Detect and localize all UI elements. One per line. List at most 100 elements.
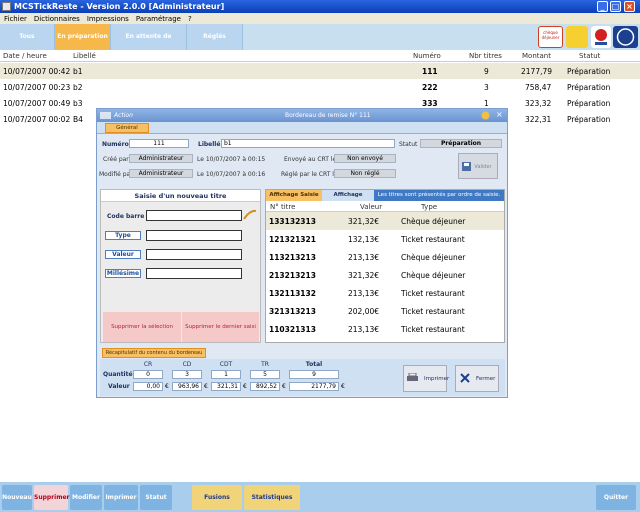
statut-button[interactable]: Statut	[140, 485, 172, 510]
recap-panel: CR CD CDT TR Total Quantité 0 3 1 5 9 Va…	[100, 359, 505, 396]
maximize-button[interactable]: □	[610, 1, 621, 12]
menu-impressions[interactable]: Impressions	[83, 15, 132, 23]
menu-help[interactable]: ?	[184, 15, 195, 23]
menu-parametrage[interactable]: Paramétrage	[132, 15, 184, 23]
titre-row[interactable]: 110321313 213,13€ Ticket restaurant	[266, 320, 504, 338]
filter-bar: Tous En préparation En attente de règlem…	[0, 24, 640, 66]
col-libelle[interactable]: Libellé	[73, 52, 96, 60]
close-window-button[interactable]: ×	[624, 1, 635, 12]
menu-fichier[interactable]: Fichier	[0, 15, 30, 23]
menu-dictionnaires[interactable]: Dictionnaires	[30, 15, 83, 23]
imprimer-main-button[interactable]: Imprimer	[104, 485, 138, 510]
millesime-button[interactable]: Millésime	[105, 269, 141, 278]
fusions-button[interactable]: Fusions	[192, 485, 242, 510]
row-libelle: b1	[73, 67, 83, 76]
supprimer-selection-button[interactable]: Supprimer la sélection	[103, 312, 181, 342]
titre-type: Ticket restaurant	[401, 289, 465, 298]
statistiques-button[interactable]: Statistiques	[244, 485, 300, 510]
supprimer-dernier-button[interactable]: Supprimer le dernier saisi	[182, 312, 259, 342]
minimize-button[interactable]: _	[597, 1, 608, 12]
cheque-dejeuner-logo: chèque déjeuner	[538, 26, 563, 48]
col-statut[interactable]: Statut	[579, 52, 600, 60]
valeur-cr: 0,00	[133, 382, 163, 391]
recap-tab[interactable]: Récapitulatif du contenu du bordereau	[102, 348, 206, 358]
valeur-total: 2177,79	[289, 382, 339, 391]
row-date: 10/07/2007 00:49	[3, 99, 71, 108]
filter-en-preparation[interactable]: En préparation	[55, 24, 111, 50]
filter-tous[interactable]: Tous	[0, 24, 55, 50]
numero-field[interactable]: 111	[129, 139, 189, 148]
titre-valeur: 213,13€	[348, 289, 380, 298]
row-statut: Préparation	[567, 83, 611, 92]
titre-type: Ticket restaurant	[401, 307, 465, 316]
row-statut: Préparation	[567, 115, 611, 124]
col-nbr-titres[interactable]: Nbr titres	[469, 52, 502, 60]
type-input[interactable]	[146, 230, 242, 241]
type-button[interactable]: Type	[105, 231, 141, 240]
dialog-titlebar[interactable]: Action Bordereau de remise N° 111 ×	[97, 109, 507, 122]
list-row[interactable]: 10/07/2007 00:23 b2 222 3 758,47 Prépara…	[0, 79, 640, 95]
libelle-field[interactable]: b1	[221, 139, 395, 148]
titre-row[interactable]: 123131321	[266, 338, 504, 342]
titre-row[interactable]: 121321321 132,13€ Ticket restaurant	[266, 230, 504, 248]
bottom-toolbar: Nouveau Supprimer Modifier Imprimer Stat…	[0, 482, 640, 512]
euro-sign: €	[165, 383, 169, 390]
col-type[interactable]: Type	[421, 203, 437, 211]
titre-numero: 132113132	[269, 289, 316, 298]
blue-shield-logo	[613, 26, 638, 48]
tab-general[interactable]: Général	[105, 123, 149, 133]
row-date: 10/07/2007 00:02	[3, 115, 71, 124]
col-date[interactable]: Date / heure	[3, 52, 47, 60]
recap-col-total: Total	[305, 361, 323, 368]
titre-row[interactable]: 321313213 202,00€ Ticket restaurant	[266, 302, 504, 320]
list-row[interactable]: 10/07/2007 00:42 b1 111 9 2177,79 Prépar…	[0, 63, 640, 79]
row-date: 10/07/2007 00:42	[3, 67, 71, 76]
col-numero[interactable]: Numéro	[413, 52, 441, 60]
row-date: 10/07/2007 00:23	[3, 83, 71, 92]
scanner-icon[interactable]	[243, 209, 257, 221]
titres-header: N° titre Valeur Type	[266, 201, 504, 212]
quantite-cdt: 1	[211, 370, 241, 379]
row-statut: Préparation	[567, 67, 611, 76]
recap-col-tr: TR	[261, 361, 269, 368]
titre-type: Ticket restaurant	[401, 235, 465, 244]
millesime-input[interactable]	[146, 268, 242, 279]
titre-valeur: 132,13€	[348, 235, 380, 244]
titre-row[interactable]: 213213213 321,32€ Chèque déjeuner	[266, 266, 504, 284]
saisie-panel: Saisie d'un nouveau titre Code barre : T…	[100, 189, 261, 343]
quantite-total: 9	[289, 370, 339, 379]
valeur-cdt: 321,31	[211, 382, 241, 391]
dialog-close-icon[interactable]: ×	[496, 110, 503, 119]
row-numero: 333	[422, 99, 438, 108]
col-montant[interactable]: Montant	[522, 52, 551, 60]
supprimer-button[interactable]: Supprimer	[34, 485, 69, 510]
modifier-button[interactable]: Modifier	[70, 485, 102, 510]
titre-numero: 121321321	[269, 235, 316, 244]
titre-row[interactable]: 133132313 321,32€ Chèque déjeuner	[266, 212, 504, 230]
code-barre-input[interactable]	[146, 210, 242, 221]
envoye-field: Non envoyé	[334, 154, 396, 163]
titre-numero: 110321313	[269, 325, 316, 334]
titre-type: Chèque déjeuner	[401, 253, 466, 262]
regle-label: Réglé par le CRT le :	[281, 171, 342, 178]
titre-row[interactable]: 113213213 213,13€ Chèque déjeuner	[266, 248, 504, 266]
titres-table: Affichage Saisie Affichage numéro Les ti…	[265, 189, 505, 343]
tab-affichage-saisie[interactable]: Affichage Saisie	[266, 190, 322, 201]
quitter-button[interactable]: Quitter	[596, 485, 636, 510]
valeur-label: Valeur	[108, 383, 130, 390]
filter-regles[interactable]: Réglés	[187, 24, 243, 50]
col-valeur[interactable]: Valeur	[360, 203, 382, 211]
close-x-icon	[460, 373, 470, 383]
action-icon	[100, 112, 111, 119]
titre-row[interactable]: 132113132 213,13€ Ticket restaurant	[266, 284, 504, 302]
tab-affichage-numero[interactable]: Affichage numéro	[322, 190, 374, 209]
row-libelle: B4	[73, 115, 83, 124]
valeur-input[interactable]	[146, 249, 242, 260]
valeur-button[interactable]: Valeur	[105, 250, 141, 259]
col-n-titre[interactable]: N° titre	[270, 203, 295, 211]
filter-en-attente[interactable]: En attente de règlement	[111, 24, 187, 66]
help-icon[interactable]	[481, 111, 490, 120]
nouveau-button[interactable]: Nouveau	[2, 485, 32, 510]
titre-numero: 133132313	[269, 217, 316, 226]
row-numero: 222	[422, 83, 438, 92]
